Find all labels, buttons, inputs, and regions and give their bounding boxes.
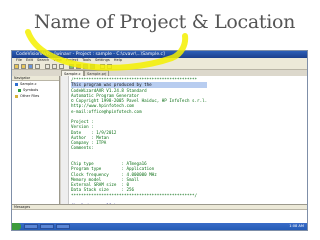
taskbar-item[interactable] bbox=[56, 224, 70, 229]
copy-icon[interactable] bbox=[52, 64, 57, 69]
code-line: ****************************************… bbox=[71, 192, 198, 198]
toolbar bbox=[12, 63, 307, 70]
tree-item-other-files[interactable]: Other Files bbox=[12, 93, 59, 99]
chip-programmer-icon[interactable] bbox=[83, 64, 88, 69]
menu-edit[interactable]: Edit bbox=[26, 58, 33, 62]
find-icon[interactable] bbox=[100, 64, 105, 69]
open-folder-icon[interactable] bbox=[21, 64, 26, 69]
save-icon[interactable] bbox=[28, 64, 33, 69]
settings-icon[interactable] bbox=[107, 64, 112, 69]
folder-icon bbox=[15, 94, 18, 98]
start-button[interactable] bbox=[12, 223, 21, 230]
window-title: CodeVisionAVR - [winavr - Project : samp… bbox=[16, 52, 165, 57]
menu-project[interactable]: Project bbox=[66, 58, 78, 62]
taskbar-item[interactable] bbox=[40, 224, 54, 229]
symbol-icon bbox=[18, 88, 21, 92]
print-icon[interactable] bbox=[35, 64, 40, 69]
new-file-icon[interactable] bbox=[14, 64, 19, 69]
menu-file[interactable]: File bbox=[16, 58, 22, 62]
tree-item-label: Other Files bbox=[20, 94, 40, 98]
menu-help[interactable]: Help bbox=[114, 58, 122, 62]
menu-search[interactable]: Search bbox=[37, 58, 49, 62]
window-titlebar: CodeVisionAVR - [winavr - Project : samp… bbox=[12, 51, 307, 58]
ide-window: CodeVisionAVR - [winavr - Project : samp… bbox=[11, 50, 308, 231]
file-icon bbox=[15, 82, 18, 86]
codewizard-icon[interactable] bbox=[90, 64, 95, 69]
paste-icon[interactable] bbox=[59, 64, 64, 69]
compile-icon[interactable] bbox=[69, 64, 74, 69]
cut-icon[interactable] bbox=[45, 64, 50, 69]
navigator-pane: Navigator Sample.c Symbols Other Files bbox=[12, 76, 60, 204]
make-icon[interactable] bbox=[76, 64, 81, 69]
menu-tools[interactable]: Tools bbox=[82, 58, 91, 62]
slide-title: Name of Project & Location bbox=[34, 11, 296, 33]
editor-gutter bbox=[61, 76, 69, 204]
code-editor[interactable]: /***************************************… bbox=[61, 76, 307, 204]
taskbar: 1:08 AM bbox=[12, 223, 307, 230]
messages-pane: Messages bbox=[12, 204, 307, 225]
messages-header: Messages bbox=[12, 205, 307, 210]
taskbar-item[interactable] bbox=[24, 224, 38, 229]
code-area[interactable]: /***************************************… bbox=[71, 77, 208, 204]
menu-view[interactable]: View bbox=[53, 58, 62, 62]
menu-settings[interactable]: Settings bbox=[95, 58, 110, 62]
tray-clock: 1:08 AM bbox=[289, 224, 304, 228]
